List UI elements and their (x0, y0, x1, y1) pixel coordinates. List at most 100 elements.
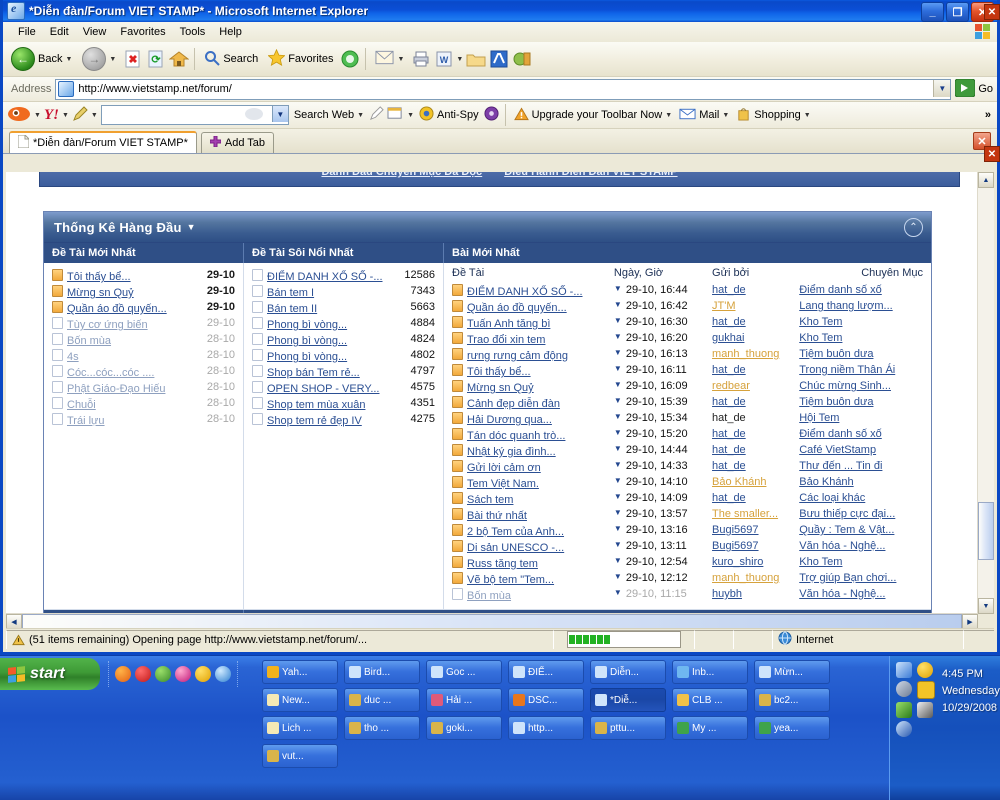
list-item[interactable]: ĐIỂM DANH XỔ SỐ -... 12586 (252, 268, 435, 284)
list-item[interactable]: OPEN SHOP - VERY... 4575 (252, 380, 435, 396)
favorites-button[interactable]: Favorites (264, 47, 337, 71)
post-author-link[interactable]: manh_thuong (712, 348, 779, 360)
table-row[interactable]: Bốn mùa ▼ 29-10, 11:15 huybh Văn hóa - Nghệ.… (452, 587, 923, 603)
yahoo-shopping-button[interactable]: Shopping ▼ (734, 105, 812, 125)
taskbar-button[interactable]: Yah... (262, 660, 338, 684)
list-item[interactable]: Shop tem rẻ đẹp IV 4275 (252, 412, 435, 428)
list-item[interactable]: Trái lựu 28-10 (52, 412, 235, 428)
thread-link[interactable]: Bán tem I (267, 287, 314, 299)
popup-blocker-dropdown-icon[interactable]: ▼ (407, 112, 414, 119)
post-author-link[interactable]: hat_de (712, 444, 746, 456)
table-row[interactable]: Trao đổi xin tem ▼ 29-10, 16:20 gukhai Kho T… (452, 331, 923, 347)
post-thread-link[interactable]: Gửi lời cảm ơn (467, 462, 541, 474)
firefox-quicklaunch-icon[interactable] (115, 666, 131, 682)
post-author-link[interactable]: hat_de (712, 412, 746, 424)
background-window-close-button[interactable]: ✕ (984, 4, 1000, 20)
thread-link[interactable]: Phật Giáo-Đạo Hiếu (67, 383, 165, 395)
upgrade-dropdown-icon[interactable]: ▼ (665, 112, 672, 119)
forward-dropdown-icon[interactable]: ▼ (109, 56, 116, 63)
thread-link[interactable]: OPEN SHOP - VERY... (267, 383, 380, 395)
post-thread-link[interactable]: Sách tem (467, 494, 513, 506)
post-forum-link[interactable]: Tiệm buôn dưa (799, 396, 873, 408)
yahoo-messenger-tray-icon[interactable] (917, 662, 933, 678)
yahoo-toolbar-tray-icon[interactable] (917, 681, 935, 699)
yahoo-toolbar-overflow-button[interactable]: » (983, 108, 993, 122)
maximize-button[interactable]: ❐ (946, 2, 969, 22)
goto-last-post-icon[interactable]: ▼ (614, 332, 622, 341)
mail-dropdown-icon[interactable]: ▼ (397, 56, 404, 63)
menu-item-view[interactable]: View (76, 24, 114, 40)
table-row[interactable]: ĐIỂM DANH XỔ SỐ -... ▼ 29-10, 16:44 hat_de Đ… (452, 283, 923, 299)
post-forum-link[interactable]: Điểm danh số xố (799, 284, 882, 296)
table-row[interactable]: Tem Việt Nam. ▼ 29-10, 14:10 Bảo Khánh Bảo K… (452, 475, 923, 491)
post-forum-link[interactable]: Café VietStamp (799, 444, 876, 456)
goto-last-post-icon[interactable]: ▼ (614, 540, 622, 549)
post-author-link[interactable]: redbear (712, 380, 750, 392)
post-author-link[interactable]: manh_thuong (712, 572, 779, 584)
post-forum-link[interactable]: Các loại khác (799, 492, 865, 504)
list-item[interactable]: Mừng sn Quỷ 29-10 (52, 284, 235, 300)
ie-quicklaunch-icon[interactable] (215, 666, 231, 682)
thread-link[interactable]: 4s (67, 351, 79, 363)
goto-last-post-icon[interactable]: ▼ (614, 556, 622, 565)
post-thread-link[interactable]: Trao đổi xin tem (467, 334, 545, 346)
taskbar-button[interactable]: Hải ... (426, 688, 502, 712)
yahoo-logo-icon[interactable] (7, 105, 31, 126)
thread-link[interactable]: Tôi thấy bể... (67, 271, 131, 283)
thread-link[interactable]: Shop tem rẻ đẹp IV (267, 415, 362, 427)
thread-link[interactable]: Bốn mùa (67, 335, 111, 347)
taskbar-button[interactable]: http... (508, 716, 584, 740)
post-forum-link[interactable]: Bưu thiếp cực đại... (799, 508, 895, 520)
post-thread-link[interactable]: Bài thứ nhất (467, 510, 527, 522)
thread-link[interactable]: Quần áo đồ quyến... (67, 303, 167, 315)
thread-link[interactable]: Trái lựu (67, 415, 105, 427)
back-button[interactable]: ← Back ▼ (7, 45, 76, 73)
menu-item-edit[interactable]: Edit (43, 24, 76, 40)
yahoo-messenger-quicklaunch-icon[interactable] (195, 666, 211, 682)
background-window-close-button-2[interactable]: ✕ (984, 146, 1000, 162)
post-author-link[interactable]: JT'M (712, 300, 735, 312)
taskbar-button[interactable]: yea... (754, 716, 830, 740)
scroll-up-button[interactable]: ▲ (978, 172, 994, 188)
home-button[interactable] (168, 49, 189, 70)
address-input[interactable]: http://www.vietstamp.net/forum/ ▼ (55, 78, 952, 100)
post-forum-link[interactable]: Quầy : Tem & Vật... (799, 524, 894, 536)
taskbar-button[interactable]: Diễn... (590, 660, 666, 684)
post-thread-link[interactable]: rưng rưng cảm động (467, 350, 568, 362)
pencil-icon[interactable] (72, 105, 88, 125)
table-row[interactable]: Bài thứ nhất ▼ 29-10, 13:57 The smaller... B… (452, 507, 923, 523)
taskbar-button[interactable]: Inb... (672, 660, 748, 684)
volume-tray-icon[interactable] (896, 681, 912, 697)
post-thread-link[interactable]: Cảnh đẹp diễn đàn (467, 398, 560, 410)
goto-last-post-icon[interactable]: ▼ (614, 508, 622, 517)
post-thread-link[interactable]: Hải Dương qua... (467, 414, 552, 426)
taskbar-button[interactable]: duc ... (344, 688, 420, 712)
popup-blocker-icon[interactable] (387, 106, 404, 124)
post-forum-link[interactable]: Hội Tem (799, 412, 839, 424)
edit-button[interactable]: W (433, 49, 454, 70)
list-item[interactable]: Phong bì vòng... 4884 (252, 316, 435, 332)
list-item[interactable]: Bán tem I 7343 (252, 284, 435, 300)
post-author-link[interactable]: hat_de (712, 284, 746, 296)
post-author-link[interactable]: Bảo Khánh (712, 476, 766, 488)
refresh-button[interactable]: ⟳ (145, 49, 166, 70)
media-button[interactable] (511, 49, 532, 70)
post-thread-link[interactable]: Di sản UNESCO -... (467, 542, 564, 554)
vertical-scroll-thumb[interactable] (978, 502, 994, 560)
security-zone-pane[interactable]: Internet (772, 629, 963, 649)
edit-dropdown-icon[interactable]: ▼ (456, 56, 463, 63)
table-row[interactable]: Nhật ký gia đình... ▼ 29-10, 14:44 hat_de Ca… (452, 443, 923, 459)
folder-button[interactable] (465, 49, 486, 70)
taskbar-button[interactable]: tho ... (344, 716, 420, 740)
post-author-link[interactable]: hat_de (712, 396, 746, 408)
goto-last-post-icon[interactable]: ▼ (614, 492, 622, 501)
yahoo-dropdown-icon[interactable]: ▼ (34, 112, 41, 119)
post-forum-link[interactable]: Bảo Khánh (799, 476, 853, 488)
goto-last-post-icon[interactable]: ▼ (614, 460, 622, 469)
table-row[interactable]: Gửi lời cảm ơn ▼ 29-10, 14:33 hat_de Thư đến… (452, 459, 923, 475)
goto-last-post-icon[interactable]: ▼ (614, 364, 622, 373)
yahoo-menu-dropdown-icon[interactable]: ▼ (62, 112, 69, 119)
resize-grip[interactable] (963, 629, 994, 649)
table-row[interactable]: Di sản UNESCO -... ▼ 29-10, 13:11 Bugi5697 V… (452, 539, 923, 555)
thread-link[interactable]: Phong bì vòng... (267, 319, 347, 331)
